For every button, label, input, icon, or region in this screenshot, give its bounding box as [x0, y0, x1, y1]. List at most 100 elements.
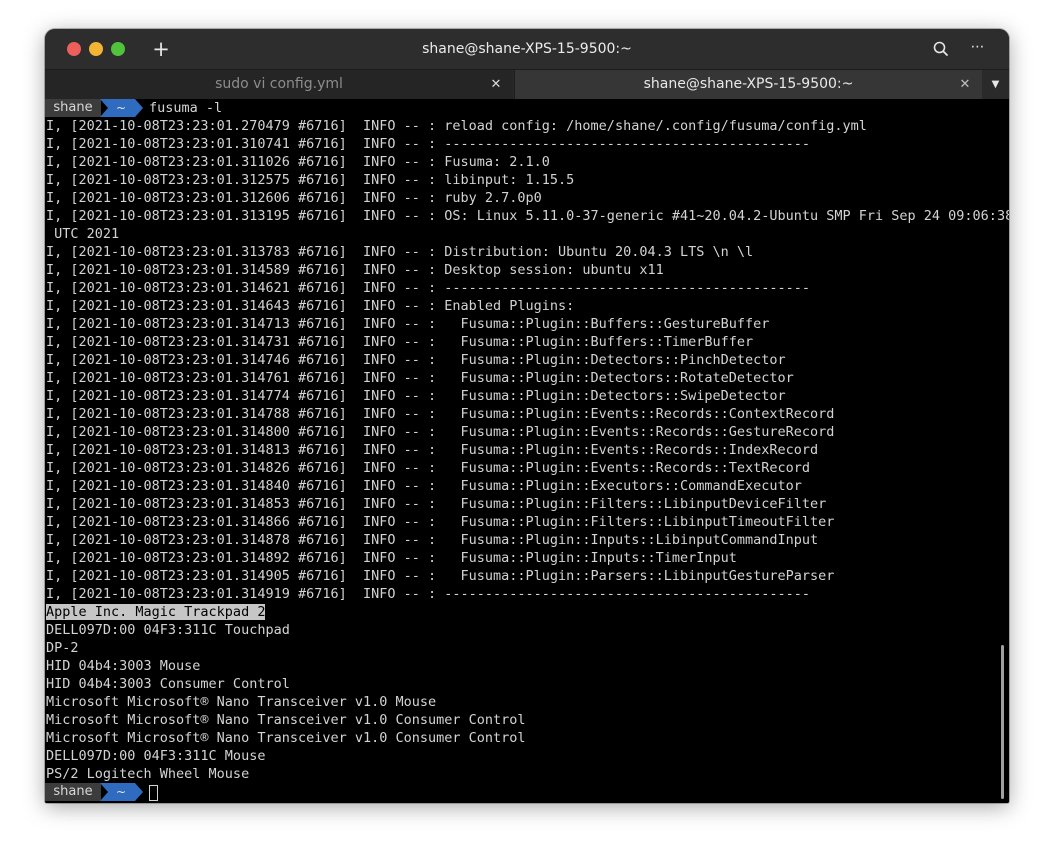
output-line-text: I, [2021-10-08T23:23:01.314746 #6716] IN…: [46, 352, 786, 368]
output-line: I, [2021-10-08T23:23:01.314746 #6716] IN…: [46, 351, 786, 369]
prompt-dir-text: ~: [116, 101, 126, 115]
output-line: I, [2021-10-08T23:23:01.314761 #6716] IN…: [46, 369, 794, 387]
output-line: I, [2021-10-08T23:23:01.313195 #6716] IN…: [46, 207, 1009, 225]
output-line: I, [2021-10-08T23:23:01.314826 #6716] IN…: [46, 459, 810, 477]
output-line-text: I, [2021-10-08T23:23:01.314813 #6716] IN…: [46, 442, 819, 458]
output-line-text: I, [2021-10-08T23:23:01.311026 #6716] IN…: [46, 154, 550, 170]
output-line-text: I, [2021-10-08T23:23:01.312575 #6716] IN…: [46, 172, 575, 188]
output-line-text: UTC 2021: [46, 226, 120, 242]
output-line: HID 04b4:3003 Mouse: [46, 657, 200, 675]
text-cursor: [149, 785, 158, 801]
output-line: I, [2021-10-08T23:23:01.312606 #6716] IN…: [46, 189, 542, 207]
output-line: I, [2021-10-08T23:23:01.314813 #6716] IN…: [46, 441, 818, 459]
output-line-text: I, [2021-10-08T23:23:01.314853 #6716] IN…: [46, 496, 827, 512]
output-line-text: Microsoft Microsoft® Nano Transceiver v1…: [46, 730, 526, 746]
close-window-button[interactable]: [67, 42, 81, 56]
output-line-text: I, [2021-10-08T23:23:01.314892 #6716] IN…: [46, 550, 737, 566]
output-line-text: I, [2021-10-08T23:23:01.314905 #6716] IN…: [46, 568, 835, 584]
output-line: I, [2021-10-08T23:23:01.314788 #6716] IN…: [46, 405, 834, 423]
output-line-text: I, [2021-10-08T23:23:01.310741 #6716] IN…: [46, 136, 811, 152]
final-prompt-user-segment: shane: [45, 783, 101, 801]
output-line-text: I, [2021-10-08T23:23:01.314919 #6716] IN…: [46, 586, 811, 602]
output-line: HID 04b4:3003 Consumer Control: [46, 675, 290, 693]
output-line-text: I, [2021-10-08T23:23:01.314826 #6716] IN…: [46, 460, 811, 476]
output-line: I, [2021-10-08T23:23:01.314621 #6716] IN…: [46, 279, 810, 297]
output-line-text: I, [2021-10-08T23:23:01.314761 #6716] IN…: [46, 370, 794, 386]
output-line: Microsoft Microsoft® Nano Transceiver v1…: [46, 729, 526, 747]
final-prompt-dir-text: ~: [116, 785, 126, 799]
output-line-text: I, [2021-10-08T23:23:01.314800 #6716] IN…: [46, 424, 835, 440]
output-line-text: I, [2021-10-08T23:23:01.314788 #6716] IN…: [46, 406, 835, 422]
output-line-text: DP-2: [46, 640, 79, 656]
output-line: I, [2021-10-08T23:23:01.310741 #6716] IN…: [46, 135, 810, 153]
final-prompt-dir-segment: ~: [100, 783, 143, 801]
tab-close-icon[interactable]: ✕: [958, 70, 972, 99]
output-line-text: HID 04b4:3003 Consumer Control: [46, 676, 290, 692]
output-line: I, [2021-10-08T23:23:01.314840 #6716] IN…: [46, 477, 802, 495]
output-line-text: DELL097D:00 04F3:311C Touchpad: [46, 622, 290, 638]
output-line: I, [2021-10-08T23:23:01.314853 #6716] IN…: [46, 495, 826, 513]
output-line: I, [2021-10-08T23:23:01.314919 #6716] IN…: [46, 585, 810, 603]
output-line: I, [2021-10-08T23:23:01.314892 #6716] IN…: [46, 549, 737, 567]
new-tab-button[interactable]: +: [151, 37, 171, 61]
output-line-text: I, [2021-10-08T23:23:01.314774 #6716] IN…: [46, 388, 786, 404]
output-line: DP-2: [46, 639, 79, 657]
output-line: I, [2021-10-08T23:23:01.312575 #6716] IN…: [46, 171, 574, 189]
output-line: I, [2021-10-08T23:23:01.314713 #6716] IN…: [46, 315, 769, 333]
output-line-text: DELL097D:00 04F3:311C Mouse: [46, 748, 266, 764]
tab-close-icon[interactable]: ✕: [489, 70, 503, 99]
tab-bar: sudo vi config.yml ✕ shane@shane-XPS-15-…: [45, 69, 1009, 99]
terminal-window: + shane@shane-XPS-15-9500:~ ⋯ sudo vi co…: [45, 29, 1009, 803]
output-line: UTC 2021: [46, 225, 119, 243]
title-bar[interactable]: + shane@shane-XPS-15-9500:~ ⋯: [45, 29, 1009, 69]
output-line-text: I, [2021-10-08T23:23:01.314866 #6716] IN…: [46, 514, 835, 530]
output-line-text: I, [2021-10-08T23:23:01.314878 #6716] IN…: [46, 532, 819, 548]
output-line: Microsoft Microsoft® Nano Transceiver v1…: [46, 711, 526, 729]
output-line: I, [2021-10-08T23:23:01.313783 #6716] IN…: [46, 243, 753, 261]
output-line-text: I, [2021-10-08T23:23:01.314840 #6716] IN…: [46, 478, 802, 494]
output-line-text: I, [2021-10-08T23:23:01.314713 #6716] IN…: [46, 316, 770, 332]
output-line-text: I, [2021-10-08T23:23:01.270479 #6716] IN…: [46, 118, 867, 134]
output-line-text: I, [2021-10-08T23:23:01.312606 #6716] IN…: [46, 190, 542, 206]
output-line-text: Apple Inc. Magic Trackpad 2: [46, 604, 266, 620]
tab-label: sudo vi config.yml: [215, 76, 343, 92]
window-title: shane@shane-XPS-15-9500:~: [422, 41, 632, 57]
output-line: I, [2021-10-08T23:23:01.314800 #6716] IN…: [46, 423, 834, 441]
output-line: DELL097D:00 04F3:311C Touchpad: [46, 621, 290, 639]
prompt-dir-segment: ~: [100, 99, 143, 117]
output-line-text: I, [2021-10-08T23:23:01.313783 #6716] IN…: [46, 244, 754, 260]
tab-sudo-vi[interactable]: sudo vi config.yml ✕: [45, 70, 513, 99]
output-line: I, [2021-10-08T23:23:01.311026 #6716] IN…: [46, 153, 550, 171]
output-line-text: HID 04b4:3003 Mouse: [46, 658, 201, 674]
output-line: I, [2021-10-08T23:23:01.314589 #6716] IN…: [46, 261, 664, 279]
scrollbar[interactable]: [1001, 645, 1004, 799]
output-line-text: PS/2 Logitech Wheel Mouse: [46, 766, 250, 782]
output-line: PS/2 Logitech Wheel Mouse: [46, 765, 249, 783]
menu-icon[interactable]: ⋯: [967, 37, 989, 59]
prompt-user-segment: shane: [45, 99, 101, 117]
output-line: I, [2021-10-08T23:23:01.314905 #6716] IN…: [46, 567, 834, 585]
output-line: I, [2021-10-08T23:23:01.314774 #6716] IN…: [46, 387, 786, 405]
output-line-text: I, [2021-10-08T23:23:01.314731 #6716] IN…: [46, 334, 754, 350]
output-line-text: I, [2021-10-08T23:23:01.314621 #6716] IN…: [46, 280, 811, 296]
command-text: fusuma -l: [149, 100, 223, 116]
search-icon[interactable]: [931, 39, 951, 59]
terminal-output[interactable]: shane ~ fusuma -l I, [2021-10-08T23:23:0…: [45, 99, 1009, 803]
output-line: I, [2021-10-08T23:23:01.314643 #6716] IN…: [46, 297, 574, 315]
output-line: I, [2021-10-08T23:23:01.314878 #6716] IN…: [46, 531, 818, 549]
output-line: Microsoft Microsoft® Nano Transceiver v1…: [46, 693, 436, 711]
output-line: I, [2021-10-08T23:23:01.314731 #6716] IN…: [46, 333, 753, 351]
minimize-window-button[interactable]: [89, 42, 103, 56]
selected-output-line: Apple Inc. Magic Trackpad 2: [46, 603, 266, 621]
tab-dropdown-icon[interactable]: ▼: [982, 70, 1009, 99]
output-line: DELL097D:00 04F3:311C Mouse: [46, 747, 265, 765]
output-line-text: Microsoft Microsoft® Nano Transceiver v1…: [46, 712, 526, 728]
output-line-text: I, [2021-10-08T23:23:01.314589 #6716] IN…: [46, 262, 664, 278]
tab-label: shane@shane-XPS-15-9500:~: [643, 76, 854, 92]
output-line-text: I, [2021-10-08T23:23:01.313195 #6716] IN…: [46, 208, 1009, 224]
output-line: I, [2021-10-08T23:23:01.314866 #6716] IN…: [46, 513, 834, 531]
maximize-window-button[interactable]: [111, 42, 125, 56]
output-line: I, [2021-10-08T23:23:01.270479 #6716] IN…: [46, 117, 867, 135]
output-line-text: I, [2021-10-08T23:23:01.314643 #6716] IN…: [46, 298, 575, 314]
tab-shane-home[interactable]: shane@shane-XPS-15-9500:~ ✕: [514, 70, 982, 99]
